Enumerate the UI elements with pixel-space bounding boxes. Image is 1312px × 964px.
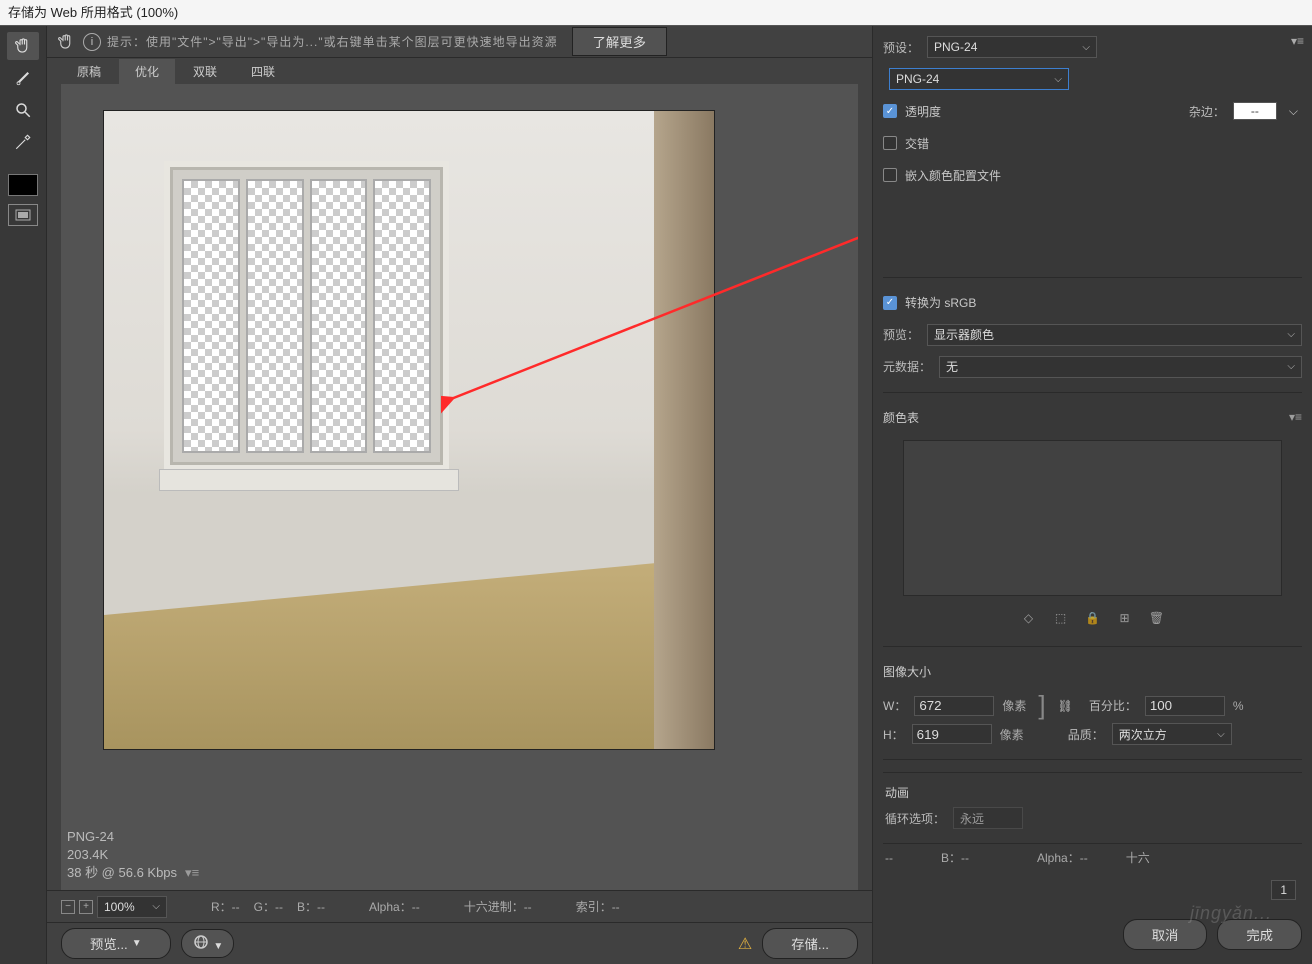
- info-format: PNG-24: [67, 828, 199, 846]
- format-select[interactable]: PNG-24⌵: [889, 68, 1069, 90]
- status-b: B：--: [297, 898, 325, 915]
- height-label: H：: [883, 726, 904, 743]
- window-titlebar: 存储为 Web 所用格式 (100%): [0, 0, 1312, 26]
- view-tabs: 原稿 优化 双联 四联: [47, 58, 872, 84]
- metadata-label: 元数据：: [883, 358, 931, 375]
- srgb-label: 转换为 sRGB: [905, 294, 976, 311]
- side-panel: ▾≡ 预设： PNG-24⌵ PNG-24⌵ ✓ 透明度 杂边： -- ⌵ 交错…: [872, 26, 1312, 964]
- tab-optimized[interactable]: 优化: [119, 59, 175, 84]
- srgb-checkbox[interactable]: ✓: [883, 296, 897, 310]
- interlace-checkbox[interactable]: [883, 136, 897, 150]
- status-index: 索引：--: [576, 898, 620, 915]
- canvas-area[interactable]: PNG-24 203.4K 38 秒 @ 56.6 Kbps ▾≡: [61, 84, 858, 890]
- width-label: W：: [883, 697, 906, 714]
- loop-select[interactable]: 永远: [953, 807, 1023, 829]
- transparency-checkbox[interactable]: ✓: [883, 104, 897, 118]
- embed-profile-checkbox[interactable]: [883, 168, 897, 182]
- ct-icon-1[interactable]: ◇: [1021, 610, 1037, 626]
- interlace-label: 交错: [905, 135, 929, 152]
- height-unit: 像素: [1000, 726, 1024, 743]
- side-index: 1: [1271, 880, 1296, 900]
- width-input[interactable]: [914, 696, 994, 716]
- preset-select[interactable]: PNG-24⌵: [927, 36, 1097, 58]
- eyedropper-tool[interactable]: [7, 128, 39, 156]
- footer-bar: 预览...▼ ▼ ⚠ 存储...: [47, 922, 872, 964]
- matte-swatch[interactable]: --: [1233, 102, 1277, 120]
- preview-window: [164, 161, 449, 471]
- tab-four-up[interactable]: 四联: [235, 59, 291, 84]
- matte-label: 杂边：: [1189, 103, 1225, 120]
- info-menu-icon[interactable]: ▾≡: [185, 864, 199, 882]
- panel-menu-icon[interactable]: ▾≡: [1291, 34, 1304, 48]
- warning-icon: ⚠: [738, 934, 752, 954]
- hint-text: 提示：使用"文件">"导出">"导出为..."或右键单击某个图层可更快速地导出资…: [107, 33, 558, 50]
- ct-trash-icon[interactable]: 🗑: [1149, 610, 1165, 626]
- ct-lock-icon[interactable]: 🔒: [1085, 610, 1101, 626]
- image-size-title: 图像大小: [883, 663, 931, 680]
- side-alpha: Alpha：--: [1037, 849, 1088, 866]
- main-area: i 提示：使用"文件">"导出">"导出为..."或右键单击某个图层可更快速地导…: [46, 26, 872, 964]
- hand-icon: [55, 28, 77, 56]
- color-swatch[interactable]: [8, 174, 38, 196]
- learn-more-button[interactable]: 了解更多: [572, 27, 667, 56]
- ct-icon-2[interactable]: ⬚: [1053, 610, 1069, 626]
- status-alpha: Alpha：--: [369, 898, 420, 915]
- chain-icon[interactable]: ⛓: [1058, 699, 1073, 713]
- preview-profile-select[interactable]: 显示器颜色⌵: [927, 324, 1302, 346]
- side-b: B：--: [941, 849, 969, 866]
- toggle-icon[interactable]: [8, 204, 38, 226]
- side-hex: 十六: [1126, 849, 1150, 866]
- image-preview: [103, 110, 715, 750]
- zoom-tool[interactable]: [7, 96, 39, 124]
- embed-profile-label: 嵌入颜色配置文件: [905, 167, 1001, 184]
- matte-chevron-icon[interactable]: ⌵: [1285, 104, 1302, 119]
- percent-label: 百分比：: [1089, 697, 1137, 714]
- quality-select[interactable]: 两次立方⌵: [1112, 723, 1232, 745]
- browser-button[interactable]: ▼: [181, 929, 235, 958]
- tab-two-up[interactable]: 双联: [177, 59, 233, 84]
- status-bar: − + 100%⌵ R：-- G：-- B：-- Alpha：-- 十六进制：-…: [47, 890, 872, 922]
- info-icon: i: [83, 33, 101, 51]
- done-button[interactable]: 完成: [1217, 919, 1302, 950]
- anim-title: 动画: [885, 784, 909, 801]
- preview-info: PNG-24 203.4K 38 秒 @ 56.6 Kbps ▾≡: [67, 828, 199, 882]
- transparency-label: 透明度: [905, 103, 941, 120]
- link-bracket-icon[interactable]: ]: [1034, 690, 1049, 721]
- zoom-select[interactable]: 100%⌵: [97, 896, 167, 918]
- color-table-menu-icon[interactable]: ▾≡: [1289, 410, 1302, 424]
- color-table-title: 颜色表: [883, 409, 919, 426]
- status-hex: 十六进制：--: [464, 898, 532, 915]
- color-table-icons: ◇ ⬚ 🔒 ⊞ 🗑: [883, 606, 1302, 634]
- side-rgb-bar: -- B：-- Alpha：-- 十六: [883, 843, 1302, 871]
- status-g: G：--: [254, 898, 283, 915]
- plus-icon[interactable]: +: [79, 900, 93, 914]
- height-input[interactable]: [912, 724, 992, 744]
- color-table: [903, 440, 1282, 596]
- metadata-select[interactable]: 无⌵: [939, 356, 1302, 378]
- cancel-button[interactable]: 取消: [1123, 919, 1208, 950]
- info-time: 38 秒 @ 56.6 Kbps: [67, 865, 177, 880]
- status-r: R：--: [211, 898, 240, 915]
- hint-bar: i 提示：使用"文件">"导出">"导出为..."或右键单击某个图层可更快速地导…: [47, 26, 872, 58]
- ct-new-icon[interactable]: ⊞: [1117, 610, 1133, 626]
- quality-label: 品质：: [1068, 726, 1104, 743]
- preview-profile-label: 预览：: [883, 326, 919, 343]
- save-button[interactable]: 存储...: [762, 928, 858, 959]
- hand-tool[interactable]: [7, 32, 39, 60]
- tab-original[interactable]: 原稿: [61, 59, 117, 84]
- info-size: 203.4K: [67, 846, 199, 864]
- window-title: 存储为 Web 所用格式 (100%): [8, 5, 178, 20]
- side-r: --: [885, 851, 893, 865]
- tool-strip: [0, 26, 46, 964]
- preview-button[interactable]: 预览...▼: [61, 928, 171, 959]
- minus-icon[interactable]: −: [61, 900, 75, 914]
- loop-label: 循环选项：: [885, 810, 945, 827]
- slice-tool[interactable]: [7, 64, 39, 92]
- width-unit: 像素: [1002, 697, 1026, 714]
- percent-unit: %: [1233, 699, 1244, 713]
- percent-input[interactable]: [1145, 696, 1225, 716]
- preset-label: 预设：: [883, 39, 919, 56]
